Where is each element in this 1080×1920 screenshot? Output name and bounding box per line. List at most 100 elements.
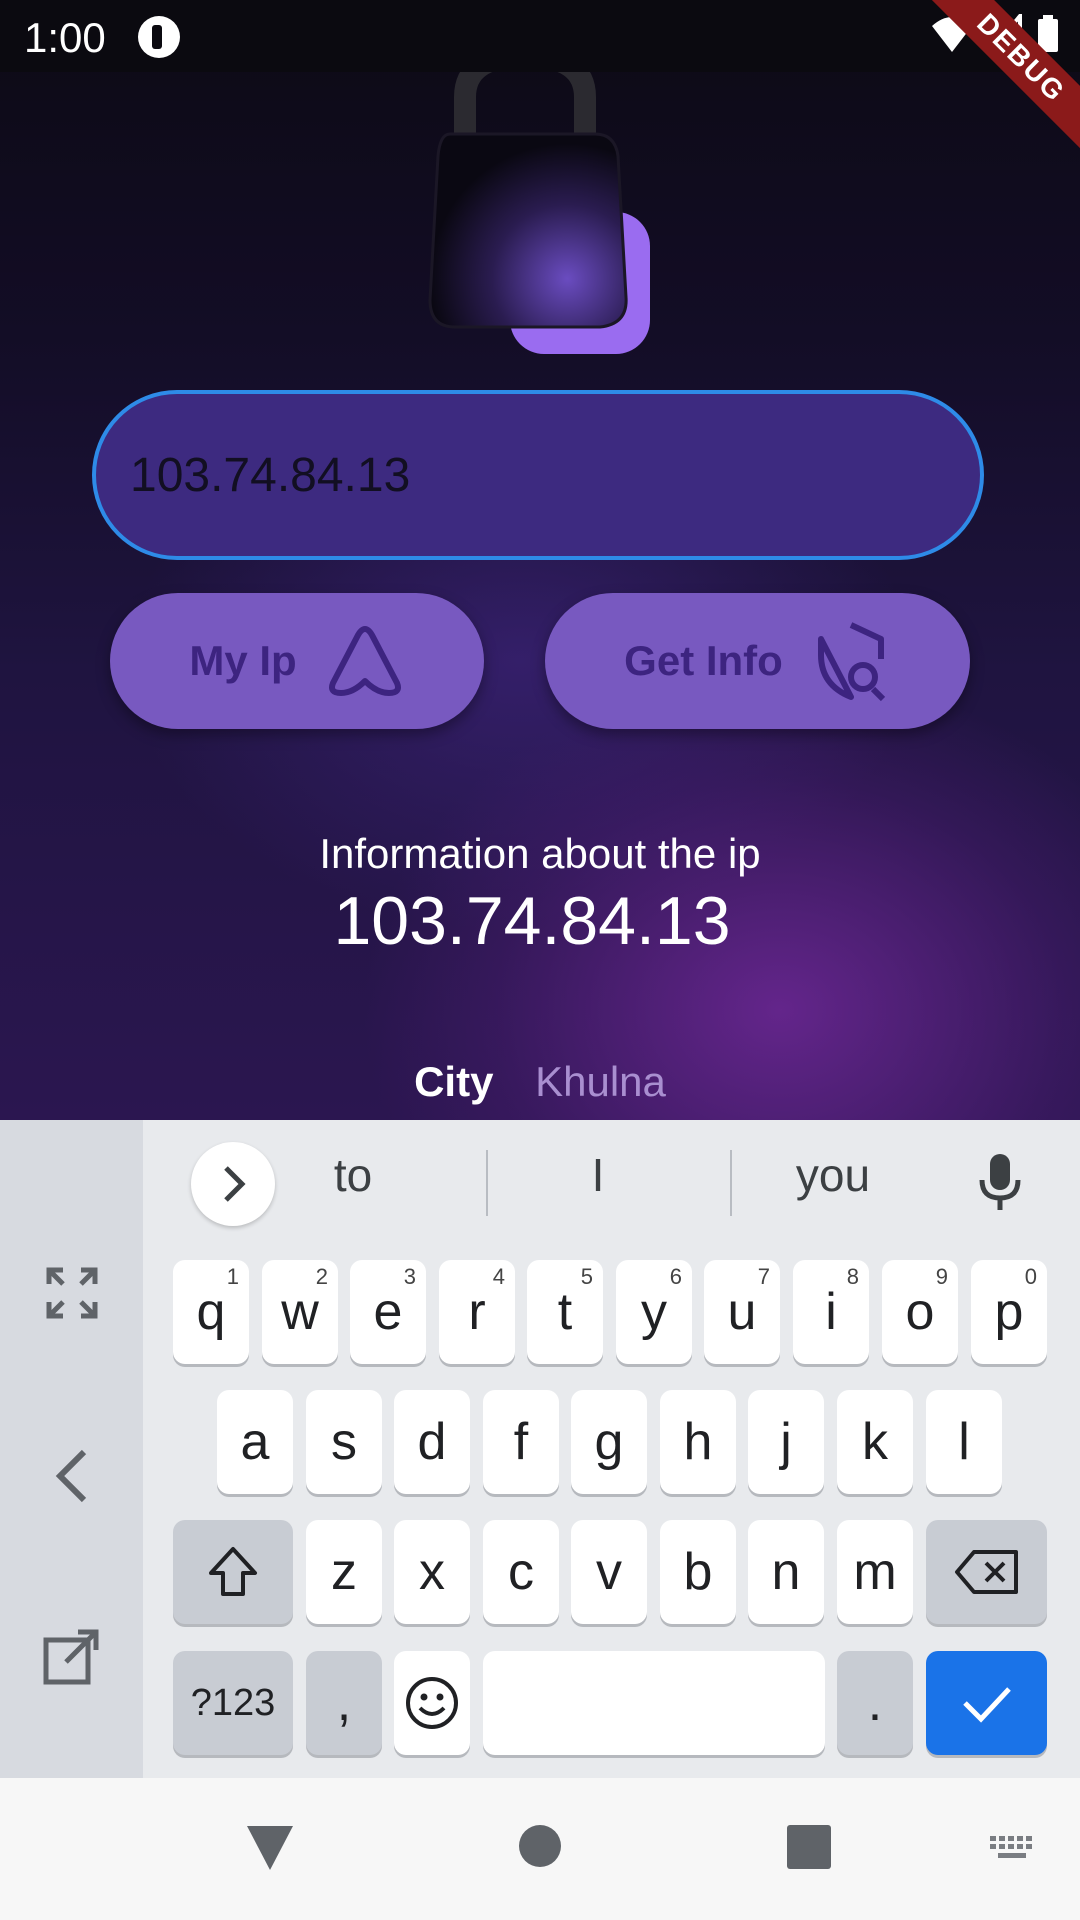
key-label: z [331, 1543, 357, 1601]
done-key[interactable] [926, 1651, 1047, 1755]
key-label: b [683, 1543, 713, 1601]
get-info-button[interactable]: Get Info [545, 593, 970, 729]
key-n[interactable]: n [748, 1520, 824, 1624]
key-r[interactable]: r4 [439, 1260, 515, 1364]
lock-icon [428, 52, 650, 354]
key-l[interactable]: l [926, 1390, 1002, 1494]
key-label: d [417, 1413, 447, 1471]
get-info-label: Get Info [624, 637, 783, 684]
key-p[interactable]: p0 [971, 1260, 1047, 1364]
my-ip-button[interactable]: My Ip [110, 593, 484, 729]
key-d[interactable]: d [394, 1390, 470, 1494]
key-label: a [240, 1413, 270, 1471]
key-u[interactable]: u7 [704, 1260, 780, 1364]
key-label: t [557, 1283, 573, 1341]
key-i[interactable]: i8 [793, 1260, 869, 1364]
floating-keyboard-icon[interactable] [42, 1626, 102, 1686]
key-y[interactable]: y6 [616, 1260, 692, 1364]
key-j[interactable]: j [748, 1390, 824, 1494]
key-hint: 5 [580, 1264, 593, 1289]
info-heading: Information about the ip [319, 830, 761, 877]
key-label: s [331, 1413, 357, 1471]
symbols-key[interactable]: ?123 [173, 1651, 293, 1755]
key-hint: 2 [315, 1264, 328, 1289]
key-hint: 6 [669, 1264, 682, 1289]
key-hint: 9 [935, 1264, 948, 1289]
space-key[interactable] [483, 1651, 825, 1755]
back-icon[interactable] [245, 1824, 295, 1872]
key-label: x [419, 1543, 445, 1601]
key-label: h [683, 1413, 713, 1471]
key-label: j [780, 1413, 792, 1471]
key-x[interactable]: x [394, 1520, 470, 1624]
key-e[interactable]: e3 [350, 1260, 426, 1364]
key-g[interactable]: g [571, 1390, 647, 1494]
key-label: ?123 [190, 1681, 276, 1724]
key-c[interactable]: c [483, 1520, 559, 1624]
key-hint: 0 [1024, 1264, 1037, 1289]
key-label: o [905, 1283, 935, 1341]
expand-icon[interactable] [42, 1263, 102, 1323]
key-label: p [994, 1283, 1024, 1341]
key-h[interactable]: h [660, 1390, 736, 1494]
key-label: . [867, 1674, 883, 1732]
key-w[interactable]: w2 [262, 1260, 338, 1364]
key-label: n [771, 1543, 801, 1601]
suggestion-2[interactable]: I [553, 1148, 643, 1202]
key-t[interactable]: t5 [527, 1260, 603, 1364]
key-z[interactable]: z [306, 1520, 382, 1624]
chevron-right-icon[interactable] [191, 1142, 275, 1226]
key-a[interactable]: a [217, 1390, 293, 1494]
key-m[interactable]: m [837, 1520, 913, 1624]
home-icon[interactable] [518, 1824, 562, 1868]
microphone-icon[interactable] [978, 1152, 1022, 1212]
suggestion-3[interactable]: you [763, 1148, 903, 1202]
shift-icon [209, 1547, 257, 1596]
key-label: , [336, 1674, 352, 1732]
key-label: y [641, 1283, 667, 1341]
key-label: r [468, 1283, 486, 1341]
key-q[interactable]: q1 [173, 1260, 249, 1364]
backspace-icon [954, 1550, 1018, 1594]
city-value: Khulna [535, 1058, 666, 1105]
key-label: f [513, 1413, 529, 1471]
key-label: q [196, 1283, 226, 1341]
key-label: w [281, 1283, 319, 1341]
key-s[interactable]: s [306, 1390, 382, 1494]
key-label: u [727, 1283, 757, 1341]
suggestion-strip: to I you [143, 1120, 1080, 1240]
comma-key[interactable]: , [306, 1651, 382, 1755]
notification-app-icon [138, 16, 180, 58]
key-hint: 1 [226, 1264, 239, 1289]
status-time: 1:00 [24, 14, 106, 61]
key-o[interactable]: o9 [882, 1260, 958, 1364]
smiley-icon [406, 1677, 458, 1729]
recents-icon[interactable] [786, 1824, 832, 1870]
emoji-key[interactable] [394, 1651, 470, 1755]
key-b[interactable]: b [660, 1520, 736, 1624]
key-label: m [853, 1543, 897, 1601]
ip-address-input[interactable] [92, 390, 984, 560]
key-hint: 4 [492, 1264, 505, 1289]
shift-key[interactable] [173, 1520, 293, 1624]
navigation-triangle-icon [328, 626, 401, 696]
key-v[interactable]: v [571, 1520, 647, 1624]
keyboard-switch-icon[interactable] [988, 1834, 1038, 1864]
my-ip-label: My Ip [189, 637, 297, 684]
city-key: City [414, 1058, 494, 1105]
backspace-key[interactable] [926, 1520, 1047, 1624]
period-key[interactable]: . [837, 1651, 913, 1755]
key-label: k [862, 1413, 888, 1471]
suggestion-divider [486, 1150, 488, 1216]
keyboard-side-panel [0, 1120, 143, 1778]
chevron-left-icon[interactable] [42, 1446, 102, 1506]
suggestion-1[interactable]: to [303, 1148, 403, 1202]
key-label: v [596, 1543, 622, 1601]
info-ip-value: 103.74.84.13 [333, 883, 731, 959]
app-screen: 1:00 DEBUG My Ip Get Info [0, 0, 1080, 1120]
suggestion-divider [730, 1150, 732, 1216]
key-f[interactable]: f [483, 1390, 559, 1494]
key-hint: 3 [403, 1264, 416, 1289]
city-row: City Khulna [0, 1058, 1080, 1106]
key-k[interactable]: k [837, 1390, 913, 1494]
